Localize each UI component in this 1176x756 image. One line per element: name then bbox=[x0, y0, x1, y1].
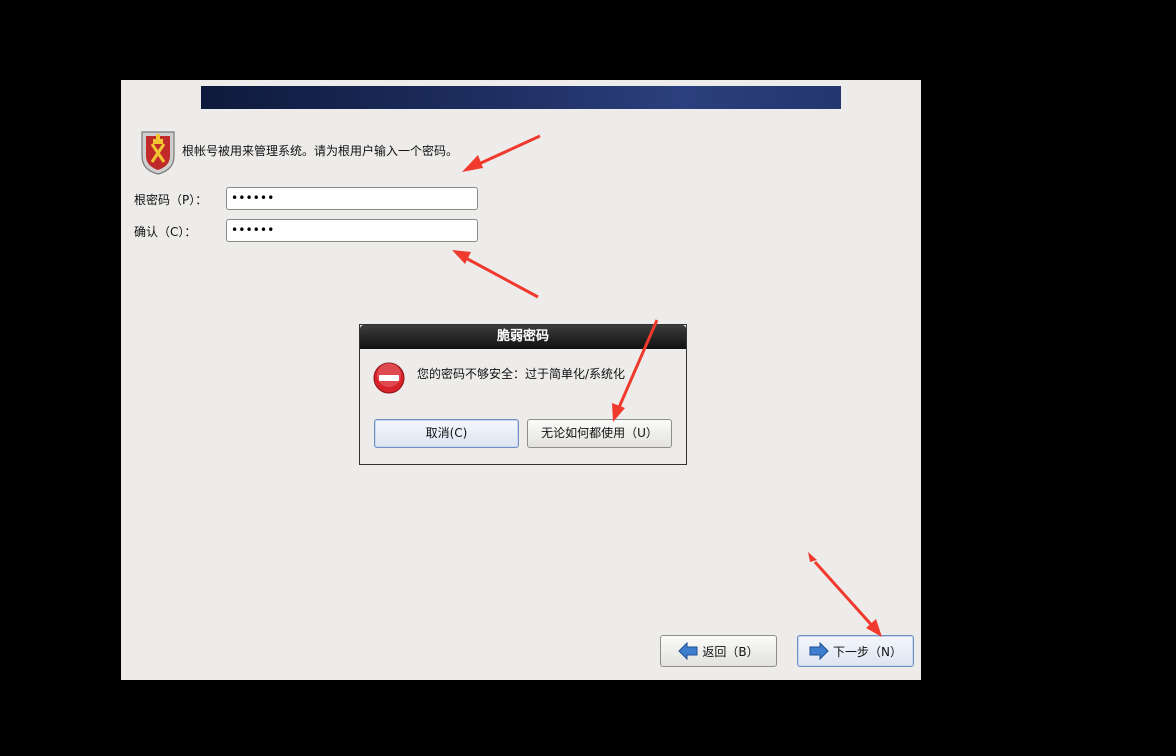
back-button-label: 返回（B） bbox=[702, 644, 759, 659]
intro-text: 根帐号被用来管理系统。请为根用户输入一个密码。 bbox=[182, 144, 459, 158]
confirm-password-field[interactable]: •••••• bbox=[226, 219, 478, 242]
next-arrow-icon bbox=[809, 642, 829, 660]
dialog-title: 脆弱密码 bbox=[360, 325, 686, 349]
confirm-password-label: 确认（C）： bbox=[134, 225, 197, 239]
next-button-label: 下一步（N） bbox=[833, 644, 902, 659]
cancel-button[interactable]: 取消(C) bbox=[374, 419, 519, 448]
root-password-field[interactable]: •••••• bbox=[226, 187, 478, 210]
error-stop-icon bbox=[373, 362, 405, 394]
use-anyway-button[interactable]: 无论如何都使用（U） bbox=[527, 419, 672, 448]
root-shield-icon bbox=[141, 131, 175, 175]
installer-window: 根帐号被用来管理系统。请为根用户输入一个密码。 根密码（P）： •••••• 确… bbox=[121, 80, 921, 680]
next-button[interactable]: 下一步（N） bbox=[797, 635, 914, 667]
dialog-message: 您的密码不够安全：过于简单化/系统化 bbox=[417, 367, 626, 381]
header-banner bbox=[201, 86, 841, 109]
root-password-label: 根密码（P）： bbox=[134, 193, 208, 207]
back-button[interactable]: 返回（B） bbox=[660, 635, 777, 667]
back-arrow-icon bbox=[678, 642, 698, 660]
weak-password-dialog: 脆弱密码 您的密码不够安全：过于简单化/系统化 取消(C) 无论如何都使用（U） bbox=[359, 324, 687, 465]
